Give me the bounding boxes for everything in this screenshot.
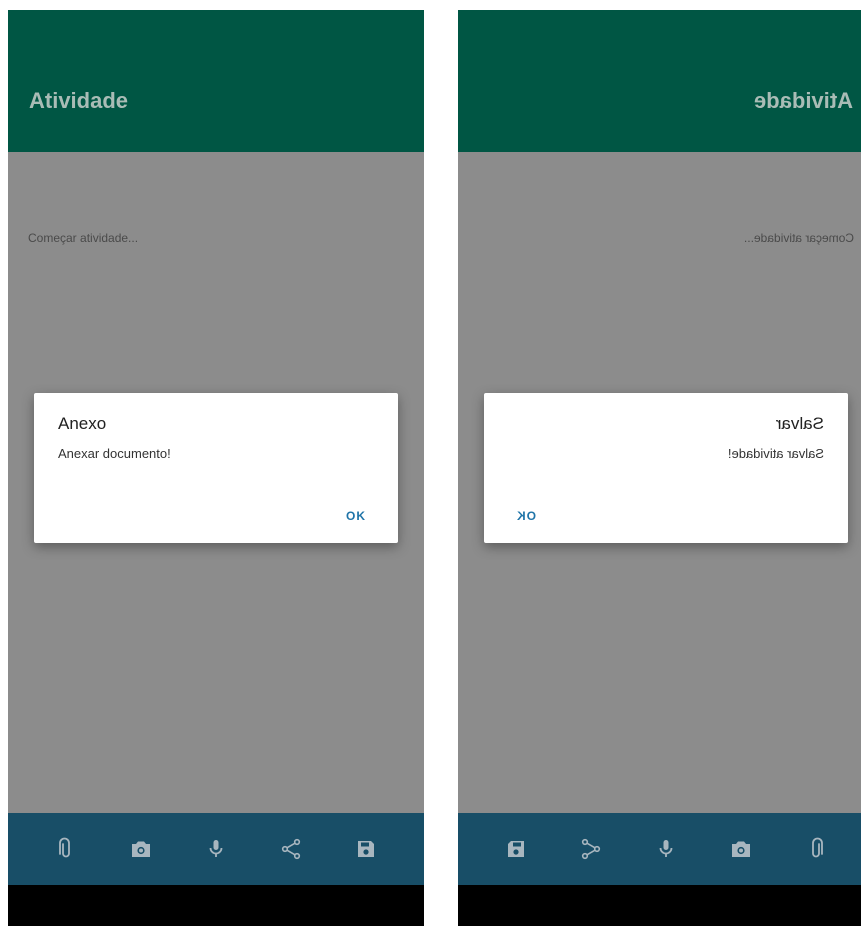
app-bar: Atividade [458, 10, 861, 152]
attach-button[interactable] [46, 829, 86, 869]
save-button[interactable] [346, 829, 386, 869]
camera-icon [131, 841, 150, 857]
microphone-button[interactable] [646, 829, 686, 869]
dialog-ok-button[interactable]: OK [346, 509, 366, 523]
bottom-toolbar [8, 813, 424, 885]
attach-button[interactable] [796, 829, 836, 869]
dialog-title: Salvar [775, 414, 824, 433]
app-bar: Atividade [8, 10, 424, 152]
microphone-icon [209, 840, 223, 857]
camera-button[interactable] [721, 829, 761, 869]
attach-icon [58, 837, 70, 858]
activity-placeholder-text[interactable]: Começar atividade... [744, 231, 854, 245]
dialog-title: Anexo [58, 414, 107, 433]
dialog-message: Anexar documento! [58, 446, 171, 461]
system-nav-bar [8, 885, 424, 926]
share-button[interactable] [271, 829, 311, 869]
save-icon [358, 841, 375, 857]
save-button[interactable] [496, 829, 536, 869]
save-dialog: Salvar Salvar atividade! OK [484, 393, 848, 543]
attach-icon [812, 837, 824, 858]
share-icon [282, 838, 301, 860]
share-icon [581, 838, 600, 860]
bottom-toolbar [458, 813, 861, 885]
attachment-dialog: Anexo Anexar documento! OK [34, 393, 398, 543]
phone-screen-left: Atividade Começar atividade... Anexo Ane… [8, 10, 424, 926]
page-title: Atividade [29, 88, 129, 113]
microphone-icon [659, 840, 673, 857]
camera-button[interactable] [121, 829, 161, 869]
page-title: Atividade [753, 88, 853, 113]
dialog-ok-button[interactable]: OK [516, 509, 536, 523]
system-nav-bar [458, 885, 861, 926]
phone-screen-right: Atividade Começar atividade... Salvar Sa… [458, 10, 861, 926]
activity-placeholder-text[interactable]: Começar atividade... [28, 231, 138, 245]
save-icon [507, 841, 524, 857]
share-button[interactable] [571, 829, 611, 869]
camera-icon [732, 841, 751, 857]
dialog-message: Salvar atividade! [727, 446, 824, 461]
microphone-button[interactable] [196, 829, 236, 869]
